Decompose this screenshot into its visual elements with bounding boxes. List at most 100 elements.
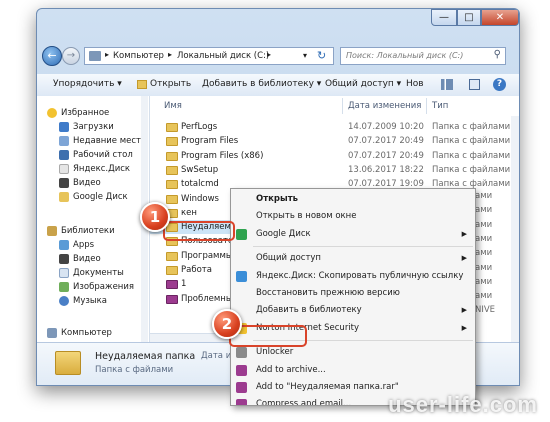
forward-button[interactable]: → bbox=[62, 47, 80, 65]
menu-item-label: Добавить в библиотеку bbox=[256, 305, 362, 316]
file-date: 13.06.2017 18:22 bbox=[348, 164, 424, 175]
menu-item-label: Открыть bbox=[256, 194, 298, 204]
file-name: 1 bbox=[181, 279, 187, 290]
nav-item-recent[interactable]: Недавние места bbox=[37, 134, 149, 148]
preview-pane-icon[interactable] bbox=[469, 79, 480, 90]
star-icon bbox=[47, 108, 57, 118]
menu-item-открыть-в-новом-окне[interactable]: Открыть в новом окне bbox=[231, 208, 475, 225]
file-date: 07.07.2017 20:49 bbox=[348, 150, 424, 161]
unlocker-icon bbox=[236, 347, 247, 359]
close-button[interactable]: ✕ bbox=[481, 9, 519, 26]
add-to-library-button[interactable]: Добавить в библиотеку ▾ bbox=[202, 79, 321, 89]
menu-item-открыть[interactable]: Открыть bbox=[231, 191, 475, 208]
breadcrumb-computer[interactable]: Компьютер bbox=[113, 51, 164, 61]
file-name: totalcmd bbox=[181, 179, 219, 190]
details-type: Папка с файлами bbox=[95, 365, 174, 375]
menu-item-добавить-в-библиотеку[interactable]: Добавить в библиотеку ▶ bbox=[231, 302, 475, 319]
file-type: Папка с файлами bbox=[432, 150, 511, 161]
nav-item-lib-video[interactable]: Видео bbox=[37, 252, 149, 266]
downloads-icon bbox=[59, 122, 69, 132]
column-fragment: ами bbox=[475, 248, 493, 259]
back-button[interactable]: ← bbox=[42, 46, 62, 66]
nav-libraries[interactable]: Библиотеки bbox=[37, 224, 149, 238]
folder-large-icon bbox=[55, 351, 81, 375]
new-folder-button[interactable]: Нов bbox=[406, 79, 424, 89]
nav-item-label: Загрузки bbox=[73, 122, 114, 132]
view-options-icon[interactable] bbox=[441, 79, 453, 90]
google-drive-icon bbox=[236, 228, 247, 240]
video-icon bbox=[59, 254, 69, 264]
nav-item-label: Документы bbox=[73, 268, 124, 278]
menu-item-add-to-archive[interactable]: Add to archive... bbox=[231, 362, 475, 379]
menu-item-label: Яндекс.Диск: Скопировать публичную ссылк… bbox=[256, 270, 464, 281]
refresh-icon[interactable]: ↻ bbox=[317, 49, 326, 62]
folder-icon bbox=[166, 194, 178, 204]
help-icon[interactable]: ? bbox=[493, 78, 506, 91]
archive-icon bbox=[166, 294, 178, 304]
nav-item-music[interactable]: Музыка bbox=[37, 294, 149, 308]
desktop-icon bbox=[59, 150, 69, 160]
file-row[interactable]: Program Files (x86) 07.07.2017 20:49 Папка… bbox=[150, 149, 519, 163]
menu-item-label: Открыть в новом окне bbox=[256, 211, 357, 222]
file-type: Папка с файлами bbox=[432, 164, 511, 175]
address-bar[interactable]: ▸ Компьютер ▸ Локальный диск (C:) ▸ ▾ ↻ bbox=[84, 47, 334, 65]
breadcrumb-drive[interactable]: Локальный диск (C:) bbox=[177, 51, 269, 61]
menu-item-google-диск[interactable]: Google Диск ▶ bbox=[231, 226, 475, 243]
nav-item-desktop[interactable]: Рабочий стол bbox=[37, 148, 149, 162]
nav-item-documents[interactable]: Документы bbox=[37, 266, 149, 280]
open-button[interactable]: Открыть bbox=[150, 79, 191, 89]
menu-item-восстановить-прежнюю-версию[interactable]: Восстановить прежнюю версию bbox=[231, 285, 475, 302]
folder-icon bbox=[166, 251, 178, 261]
file-row[interactable]: Program Files 07.07.2017 20:49 Папка с фай… bbox=[150, 134, 519, 148]
maximize-button[interactable]: □ bbox=[457, 9, 481, 26]
nav-favorites[interactable]: Избранное bbox=[37, 106, 149, 120]
file-date: 14.07.2009 10:20 bbox=[348, 122, 424, 132]
nav-item-google-drive[interactable]: Google Диск bbox=[37, 190, 149, 204]
search-icon[interactable]: ⚲ bbox=[494, 49, 501, 60]
file-row[interactable]: SwSetup 13.06.2017 18:22 Папка с файлами bbox=[150, 163, 519, 177]
menu-item-яндекс-диск-скопировать-публичную-ссылку[interactable]: Яндекс.Диск: Скопировать публичную ссылк… bbox=[231, 268, 475, 285]
folder-icon bbox=[166, 165, 178, 175]
target-folder-highlight bbox=[163, 221, 235, 241]
nav-item-pictures[interactable]: Изображения bbox=[37, 280, 149, 294]
winrar-icon bbox=[236, 399, 247, 405]
address-dropdown-icon[interactable]: ▾ bbox=[303, 51, 307, 60]
minimize-button[interactable]: — bbox=[431, 9, 457, 26]
nav-item-label: Apps bbox=[73, 240, 95, 250]
nav-item-yandex-disk[interactable]: Яндекс.Диск bbox=[37, 162, 149, 176]
file-row[interactable]: PerfLogs 14.07.2009 10:20 Папка с файлами bbox=[150, 120, 519, 134]
file-name: PerfLogs bbox=[181, 122, 218, 132]
nav-item-video[interactable]: Видео bbox=[37, 176, 149, 190]
menu-item-label: Восстановить прежнюю версию bbox=[256, 288, 400, 298]
organize-button[interactable]: Упорядочить ▾ bbox=[53, 79, 122, 89]
column-fragment: ами bbox=[475, 262, 493, 273]
submenu-arrow-icon: ▶ bbox=[461, 323, 467, 332]
column-name[interactable]: Имя bbox=[164, 96, 182, 116]
menu-item-label: Compress and email... bbox=[256, 399, 352, 406]
folder-icon bbox=[166, 151, 178, 161]
google-drive-icon bbox=[59, 192, 69, 202]
nav-item-label: Видео bbox=[73, 178, 101, 188]
file-type: Папка с файлами bbox=[432, 122, 511, 132]
share-button[interactable]: Общий доступ ▾ bbox=[325, 79, 401, 89]
details-name: Неудаляемая папка bbox=[95, 351, 196, 362]
nav-computer[interactable]: Компьютер bbox=[37, 326, 149, 340]
column-fragment: ами bbox=[475, 191, 493, 201]
menu-item-общий-доступ[interactable]: Общий доступ ▶ bbox=[231, 250, 475, 267]
recent-places-icon bbox=[59, 136, 69, 146]
column-type[interactable]: Тип bbox=[432, 96, 448, 116]
nav-favorites-label: Избранное bbox=[61, 108, 110, 118]
watermark: user-life.com bbox=[388, 392, 538, 417]
yandex-disk-icon bbox=[236, 270, 247, 282]
search-input[interactable]: Поиск: Локальный диск (C:) ⚲ bbox=[340, 47, 506, 65]
nav-item-downloads[interactable]: Загрузки bbox=[37, 120, 149, 134]
column-date[interactable]: Дата изменения bbox=[348, 96, 421, 116]
content-scrollbar[interactable] bbox=[511, 116, 519, 342]
breadcrumb-separator: ▸ bbox=[168, 50, 173, 59]
file-date: 07.07.2017 20:49 bbox=[348, 136, 424, 147]
menu-separator bbox=[253, 246, 473, 248]
column-fragment: ами bbox=[475, 205, 493, 216]
nav-item-apps[interactable]: Apps bbox=[37, 238, 149, 252]
breadcrumb-separator: ▸ bbox=[105, 50, 110, 59]
navigation-pane: Избранное Загрузки Недавние места Рабочи… bbox=[37, 96, 150, 342]
